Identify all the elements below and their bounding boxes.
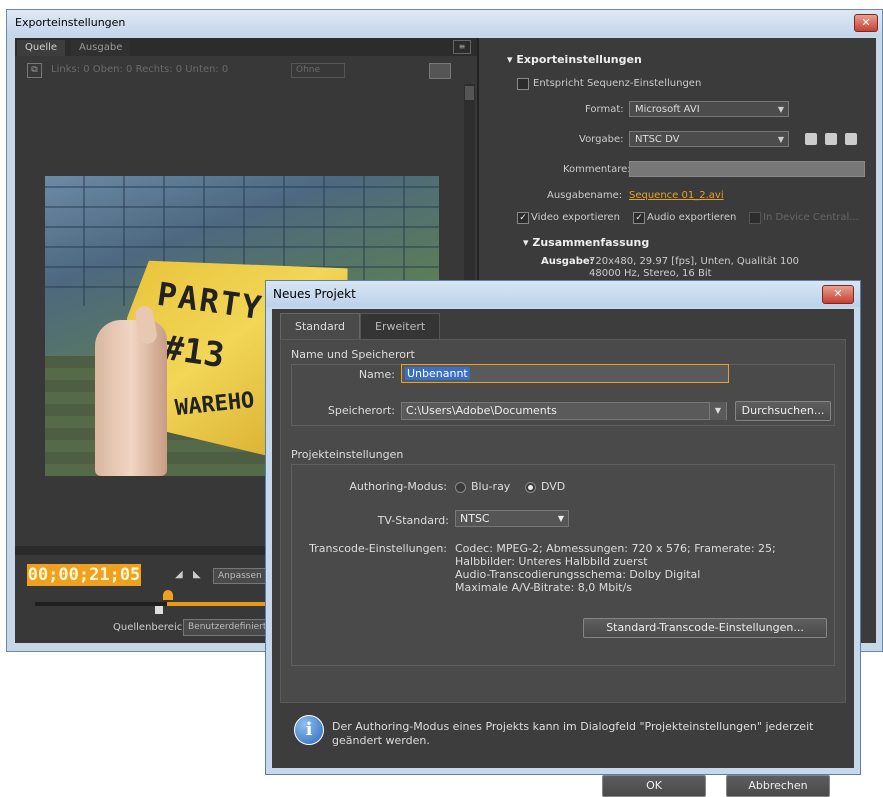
tab-standard[interactable]: Standard <box>280 313 361 340</box>
project-name-value: Unbenannt <box>405 367 470 380</box>
output-name-label: Ausgabename: <box>547 190 623 201</box>
preset-value: NTSC DV <box>635 134 680 145</box>
cancel-button[interactable]: Abbrechen <box>726 775 830 797</box>
set-out-point-icon[interactable]: ◣ <box>193 569 201 580</box>
match-sequence-checkbox[interactable] <box>517 78 529 90</box>
crop-values: Links: 0 Oben: 0 Rechts: 0 Unten: 0 <box>51 64 229 75</box>
project-name-input[interactable]: Unbenannt <box>401 364 729 383</box>
dialog-body: Standard Erweitert Name und Speicherort … <box>272 309 854 797</box>
match-sequence-label: Entspricht Sequenz-Einstellungen <box>533 78 702 89</box>
export-video-label: Video exportieren <box>531 212 620 223</box>
tv-standard-dropdown[interactable]: NTSC ▼ <box>455 510 569 527</box>
output-summary-label: Ausgabe: <box>541 256 594 267</box>
browse-button[interactable]: Durchsuchen... <box>735 401 831 421</box>
output-summary-line1: 720x480, 29.97 [fps], Unten, Qualität 10… <box>589 256 800 267</box>
chevron-down-icon: ▼ <box>777 105 784 114</box>
in-point-marker[interactable] <box>155 606 163 614</box>
preset-dropdown[interactable]: NTSC DV ▼ <box>629 131 789 147</box>
transcode-details: Codec: MPEG-2; Abmessungen: 720 x 576; F… <box>455 542 776 594</box>
export-video-checkbox[interactable]: ✓ <box>517 212 529 224</box>
dvd-radio[interactable] <box>525 482 536 493</box>
transcode-line: Audio-Transcodierungsschema: Dolby Digit… <box>455 568 701 581</box>
default-transcode-settings-button[interactable]: Standard-Transcode-Einstellungen... <box>583 618 827 638</box>
export-settings-heading[interactable]: ▾ Exporteinstellungen <box>507 53 642 66</box>
transcode-line: Halbbilder: Unteres Halbbild zuerst <box>455 555 648 568</box>
format-value: Microsoft AVI <box>635 104 700 115</box>
new-project-dialog: Neues Projekt ✕ Standard Erweitert Name … <box>265 280 861 797</box>
window-title: Exporteinstellungen <box>7 10 882 36</box>
crop-ratio-dropdown[interactable]: Ohne <box>291 63 345 78</box>
dialog-title: Neues Projekt <box>266 281 860 307</box>
crop-icon[interactable]: ⧉ <box>27 63 42 78</box>
preset-label: Vorgabe: <box>579 134 624 145</box>
transcode-label: Transcode-Einstellungen: <box>309 542 447 555</box>
bluray-radio[interactable] <box>455 482 466 493</box>
timecode-display[interactable]: 00;00;21;05 <box>27 564 141 586</box>
scroll-thumb[interactable] <box>465 86 474 100</box>
source-range-label: Quellenbereich: <box>113 622 192 633</box>
dvd-label: DVD <box>541 480 566 493</box>
name-label: Name: <box>358 368 395 381</box>
hand-image <box>95 320 167 476</box>
device-central-checkbox[interactable] <box>749 212 761 224</box>
output-summary-line2: 48000 Hz, Stereo, 16 Bit <box>589 268 712 279</box>
tab-source[interactable]: Quelle <box>17 40 66 56</box>
window-close-button[interactable]: ✕ <box>854 14 878 32</box>
export-audio-label: Audio exportieren <box>647 212 737 223</box>
project-settings-group-title: Projekteinstellungen <box>291 448 404 461</box>
bluray-label: Blu-ray <box>471 480 511 493</box>
export-settings-title: Exporteinstellungen <box>516 53 642 66</box>
panel-menu-icon[interactable]: ≡ <box>453 40 471 54</box>
format-label: Format: <box>585 104 624 115</box>
dialog-content: Name und Speicherort Name: Unbenannt Spe… <box>280 339 846 703</box>
import-preset-icon[interactable] <box>825 133 837 145</box>
panel-tabs: Quelle Ausgabe ≡ <box>15 38 477 56</box>
transcode-line: Codec: MPEG-2; Abmessungen: 720 x 576; F… <box>455 542 776 555</box>
output-preview-icon[interactable] <box>429 63 451 79</box>
chevron-down-icon: ▼ <box>777 135 784 144</box>
save-preset-icon[interactable] <box>805 133 817 145</box>
set-in-point-icon[interactable]: ◢ <box>175 569 183 580</box>
comments-input[interactable] <box>629 161 865 177</box>
tv-standard-value: NTSC <box>460 512 490 525</box>
name-location-group-title: Name und Speicherort <box>291 348 415 361</box>
location-dropdown[interactable]: C:\Users\Adobe\Documents <box>401 402 727 420</box>
info-message: Der Authoring-Modus eines Projekts kann … <box>332 720 814 747</box>
chevron-down-icon: ▼ <box>557 514 564 523</box>
authoring-mode-label: Authoring-Modus: <box>349 480 447 493</box>
dialog-close-button[interactable]: ✕ <box>822 285 854 304</box>
format-dropdown[interactable]: Microsoft AVI ▼ <box>629 101 789 117</box>
info-icon: i <box>294 715 324 745</box>
chevron-down-icon[interactable]: ▼ <box>709 402 726 420</box>
output-name-link[interactable]: Sequence 01_2.avi <box>629 190 724 201</box>
tab-output[interactable]: Ausgabe <box>71 40 131 56</box>
playhead-handle[interactable] <box>163 590 173 600</box>
sign-text-number: #13 <box>160 327 227 377</box>
summary-heading[interactable]: ▾ Zusammenfassung <box>523 236 649 249</box>
tab-advanced[interactable]: Erweitert <box>360 313 441 341</box>
export-audio-checkbox[interactable]: ✓ <box>633 212 645 224</box>
ok-button[interactable]: OK <box>602 775 706 797</box>
transcode-line: Maximale A/V-Bitrate: 8,0 Mbit/s <box>455 581 632 594</box>
location-label: Speicherort: <box>327 404 395 417</box>
device-central-label: In Device Central... <box>763 212 859 223</box>
delete-preset-icon[interactable] <box>845 133 857 145</box>
comments-label: Kommentare: <box>563 164 631 175</box>
crop-toolbar: ⧉ Links: 0 Oben: 0 Rechts: 0 Unten: 0 Oh… <box>15 58 477 82</box>
summary-title: Zusammenfassung <box>532 236 650 249</box>
tv-standard-label: TV-Standard: <box>377 514 449 527</box>
